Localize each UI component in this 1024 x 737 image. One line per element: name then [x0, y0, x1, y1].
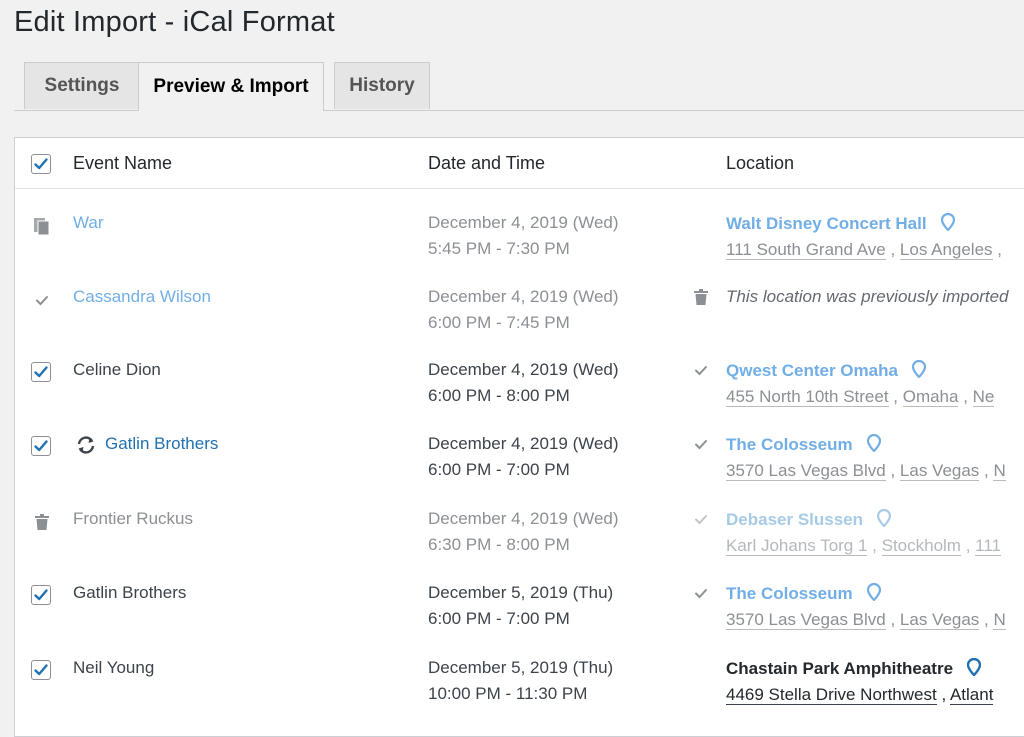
event-date: December 4, 2019 (Wed)	[428, 509, 619, 528]
address-extra: Ne	[972, 387, 995, 407]
location-name[interactable]: The Colosseum	[726, 582, 881, 606]
map-pin-icon[interactable]	[911, 359, 927, 383]
location-name-text: The Colosseum	[726, 435, 853, 454]
map-pin-icon[interactable]	[866, 582, 881, 606]
address-extra: N	[993, 461, 1006, 481]
location-address: 3570 Las Vegas Blvd , Las Vegas , N	[726, 610, 1006, 630]
address-street: Karl Johans Torg 1	[726, 536, 868, 556]
select-all-checkbox[interactable]	[31, 154, 51, 174]
table-header: Event Name Date and Time Location	[15, 138, 1024, 189]
location-name[interactable]: Debaser Slussen	[726, 508, 892, 532]
checkmark-icon	[34, 440, 48, 452]
address-city: Las Vegas	[899, 461, 980, 481]
location-name-text: The Colosseum	[726, 584, 853, 603]
address-street: 3570 Las Vegas Blvd	[726, 610, 886, 630]
location-name[interactable]: Chastain Park Amphitheatre	[726, 657, 982, 681]
location-name-text: Chastain Park Amphitheatre	[726, 659, 954, 678]
row-checkbox[interactable]	[31, 585, 51, 605]
event-time: 5:45 PM - 7:30 PM	[428, 239, 570, 258]
sync-icon	[75, 435, 97, 460]
event-name: Celine Dion	[73, 360, 161, 379]
event-date: December 4, 2019 (Wed)	[428, 434, 619, 453]
event-name: Neil Young	[73, 658, 155, 677]
event-name: Frontier Ruckus	[73, 509, 193, 528]
trash-icon	[31, 511, 53, 533]
table-row: Neil Young December 5, 2019 (Thu) 10:00 …	[15, 642, 1024, 716]
checkmark-icon	[691, 360, 711, 380]
address-city: Las Vegas	[899, 610, 980, 630]
checkmark-icon	[31, 289, 53, 311]
address-city: Stockholm	[881, 536, 961, 556]
checkmark-icon	[691, 583, 711, 603]
location-note: This location was previously imported	[726, 287, 1009, 306]
address-street: 111 South Grand Ave	[726, 240, 886, 260]
trash-icon[interactable]	[691, 287, 711, 307]
column-header-location[interactable]: Location	[726, 153, 794, 174]
table-row: War December 4, 2019 (Wed) 5:45 PM - 7:3…	[15, 197, 1024, 271]
tab-bar: Settings Preview & Import History	[14, 62, 1024, 111]
event-time: 6:30 PM - 8:00 PM	[428, 535, 570, 554]
location-address: Karl Johans Torg 1 , Stockholm , 111	[726, 536, 1001, 556]
location-address: 3570 Las Vegas Blvd , Las Vegas , N	[726, 461, 1006, 481]
address-extra: 111	[975, 536, 1001, 556]
row-checkbox[interactable]	[31, 660, 51, 680]
address-street: 3570 Las Vegas Blvd	[726, 461, 886, 481]
location-name[interactable]: Walt Disney Concert Hall	[726, 212, 955, 236]
location-name[interactable]: Qwest Center Omaha	[726, 359, 927, 383]
event-date: December 5, 2019 (Thu)	[428, 583, 614, 602]
event-name-link[interactable]: Gatlin Brothers	[105, 434, 218, 454]
address-street: 455 North 10th Street	[726, 387, 889, 407]
tab-settings[interactable]: Settings	[24, 62, 140, 109]
event-date: December 4, 2019 (Wed)	[428, 287, 619, 306]
table-row: Cassandra Wilson December 4, 2019 (Wed) …	[15, 271, 1024, 345]
address-extra: N	[993, 610, 1006, 630]
checkmark-icon	[34, 589, 48, 601]
table-row: Frontier Ruckus December 4, 2019 (Wed) 6…	[15, 493, 1024, 567]
location-name-text: Debaser Slussen	[726, 510, 864, 529]
table-row: Gatlin Brothers December 5, 2019 (Thu) 6…	[15, 567, 1024, 641]
event-time: 6:00 PM - 7:00 PM	[428, 460, 570, 479]
address-city: Atlant	[949, 685, 994, 705]
location-name-text: Walt Disney Concert Hall	[726, 214, 927, 233]
import-preview-table: Event Name Date and Time Location War De…	[14, 137, 1024, 737]
address-city: Los Angeles	[899, 240, 993, 260]
event-date: December 4, 2019 (Wed)	[428, 213, 619, 232]
tab-preview-import[interactable]: Preview & Import	[138, 62, 324, 111]
event-date: December 5, 2019 (Thu)	[428, 658, 614, 677]
map-pin-icon[interactable]	[940, 212, 955, 236]
event-name: Gatlin Brothers	[73, 583, 187, 602]
location-name[interactable]: The Colosseum	[726, 433, 881, 457]
event-time: 6:00 PM - 8:00 PM	[428, 386, 570, 405]
duplicate-icon	[31, 215, 53, 237]
address-street: 4469 Stella Drive Northwest	[726, 685, 937, 705]
table-row: Gatlin Brothers December 4, 2019 (Wed) 6…	[15, 418, 1024, 492]
table-row: Celine Dion December 4, 2019 (Wed) 6:00 …	[15, 344, 1024, 418]
map-pin-icon[interactable]	[966, 657, 982, 681]
checkmark-icon	[34, 366, 48, 378]
row-checkbox[interactable]	[31, 362, 51, 382]
location-address: 4469 Stella Drive Northwest , Atlant	[726, 685, 994, 705]
checkmark-icon	[691, 509, 711, 529]
event-time: 6:00 PM - 7:00 PM	[428, 609, 570, 628]
map-pin-icon[interactable]	[866, 433, 881, 457]
checkmark-icon	[34, 158, 48, 170]
event-name-link[interactable]: War	[73, 213, 104, 233]
column-header-date-time[interactable]: Date and Time	[428, 153, 545, 174]
checkmark-icon	[691, 434, 711, 454]
column-header-event-name[interactable]: Event Name	[73, 153, 172, 174]
event-time: 10:00 PM - 11:30 PM	[428, 684, 588, 703]
page-title: Edit Import - iCal Format	[14, 6, 335, 38]
event-time: 6:00 PM - 7:45 PM	[428, 313, 570, 332]
location-address: 111 South Grand Ave , Los Angeles ,	[726, 240, 1002, 260]
location-name-text: Qwest Center Omaha	[726, 361, 898, 380]
checkmark-icon	[34, 664, 48, 676]
tab-history[interactable]: History	[334, 62, 430, 109]
row-checkbox[interactable]	[31, 436, 51, 456]
event-name-link[interactable]: Cassandra Wilson	[73, 287, 211, 307]
location-address: 455 North 10th Street , Omaha , Ne	[726, 387, 995, 407]
event-date: December 4, 2019 (Wed)	[428, 360, 619, 379]
address-city: Omaha	[902, 387, 959, 407]
map-pin-icon[interactable]	[876, 508, 892, 532]
